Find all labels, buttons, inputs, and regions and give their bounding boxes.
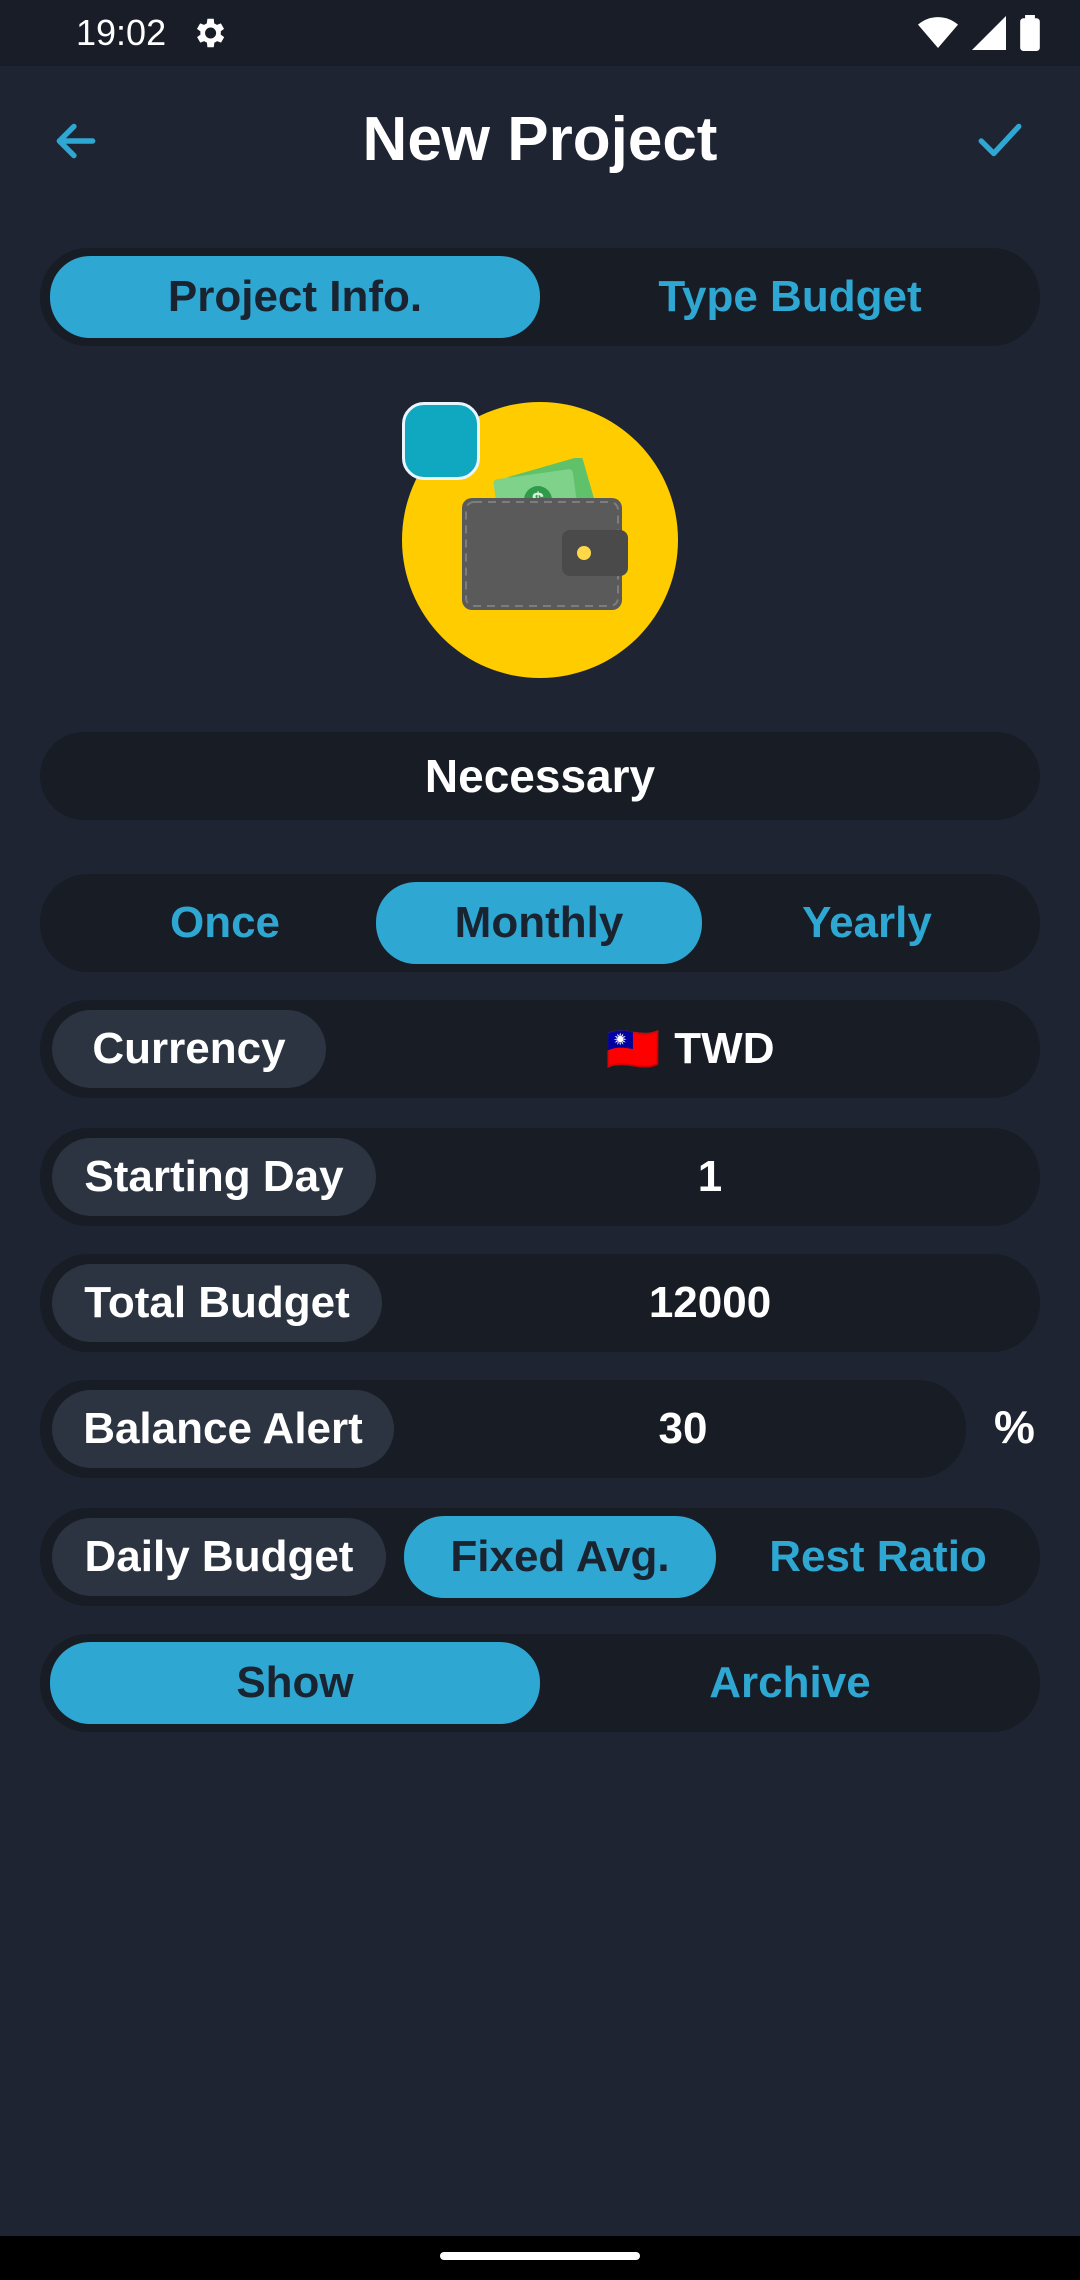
wifi-icon [918, 17, 958, 48]
status-bar: 19:02 [0, 0, 1080, 66]
currency-code: TWD [674, 1024, 775, 1073]
top-tabs: Project Info. Type Budget [40, 248, 1040, 346]
visibility-show[interactable]: Show [50, 1642, 540, 1724]
balance-alert-label: Balance Alert [52, 1390, 394, 1468]
total-budget-value[interactable]: 12000 [380, 1254, 1040, 1352]
tab-type-budget[interactable]: Type Budget [550, 256, 1030, 338]
period-once[interactable]: Once [60, 882, 390, 964]
icon-color-tag[interactable] [402, 402, 480, 480]
daily-budget-label: Daily Budget [52, 1518, 386, 1596]
starting-day-value[interactable]: 1 [380, 1128, 1040, 1226]
balance-alert-row[interactable]: Balance Alert 30 [40, 1380, 966, 1478]
balance-alert-value[interactable]: 30 [400, 1380, 966, 1478]
total-budget-row[interactable]: Total Budget 12000 [40, 1254, 1040, 1352]
page-title: New Project [362, 105, 718, 174]
period-selector: Once Monthly Yearly [40, 874, 1040, 972]
system-nav-bar [0, 2236, 1080, 2280]
currency-label: Currency [52, 1010, 326, 1088]
currency-row[interactable]: Currency 🇹🇼 TWD [40, 1000, 1040, 1098]
tab-project-info[interactable]: Project Info. [50, 256, 540, 338]
battery-icon [1020, 15, 1040, 51]
percent-unit: % [994, 1401, 1035, 1453]
daily-fixed-avg[interactable]: Fixed Avg. [404, 1516, 716, 1598]
currency-value[interactable]: 🇹🇼 TWD [340, 1000, 1040, 1098]
period-monthly[interactable]: Monthly [376, 882, 702, 964]
daily-rest-ratio[interactable]: Rest Ratio [726, 1516, 1030, 1598]
project-name-value: Necessary [424, 750, 656, 802]
flag-taiwan-icon: 🇹🇼 [605, 1025, 661, 1074]
app-bar: New Project [0, 66, 1080, 216]
project-name-field[interactable]: Necessary [40, 732, 1040, 820]
confirm-check-icon[interactable] [970, 116, 1030, 166]
signal-icon [972, 16, 1006, 50]
period-yearly[interactable]: Yearly [708, 882, 1026, 964]
settings-gear-icon [196, 18, 225, 48]
visibility-archive[interactable]: Archive [550, 1642, 1030, 1724]
status-time: 19:02 [76, 12, 167, 53]
total-budget-label: Total Budget [52, 1264, 382, 1342]
wallet-icon: $ [462, 458, 628, 610]
visibility-selector: Show Archive [40, 1634, 1040, 1732]
starting-day-row[interactable]: Starting Day 1 [40, 1128, 1040, 1226]
daily-budget-row: Daily Budget Fixed Avg. Rest Ratio [40, 1508, 1040, 1606]
starting-day-label: Starting Day [52, 1138, 376, 1216]
home-gesture-handle[interactable] [440, 2252, 640, 2260]
